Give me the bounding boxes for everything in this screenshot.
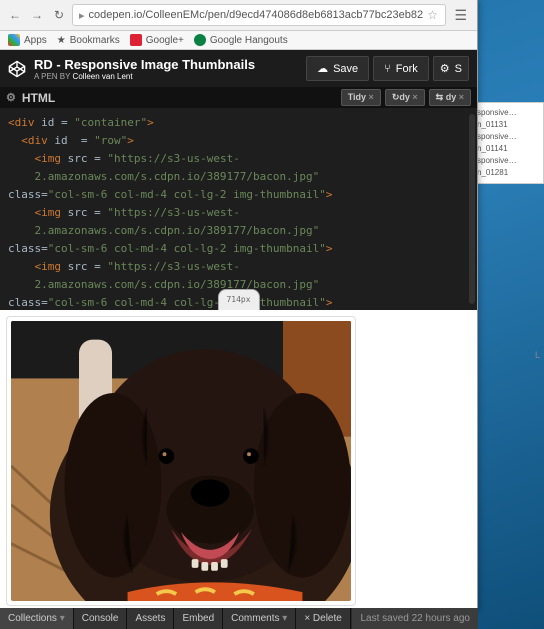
preview-pane <box>0 310 477 612</box>
dog-image <box>11 321 351 601</box>
dy-button-1[interactable]: ↻dy × <box>385 89 425 106</box>
google-plus-shortcut[interactable]: Google+ <box>130 34 184 46</box>
star-icon: ★ <box>57 35 66 46</box>
collections-button[interactable]: Collections <box>0 608 74 629</box>
browser-window: ← → ↻ ▸ codepen.io/ColleenEMc/pen/d9ecd4… <box>0 0 478 612</box>
bookmark-star-icon[interactable]: ☆ <box>427 8 438 22</box>
delete-button[interactable]: × Delete <box>296 608 351 629</box>
pen-byline: A PEN BY Colleen van Lent <box>34 72 255 81</box>
reload-icon[interactable]: ↻ <box>50 6 68 24</box>
codepen-footer: Collections Console Assets Embed Comment… <box>0 608 478 629</box>
editor-scrollbar[interactable] <box>469 114 475 304</box>
finder-row: sponsive…n_01131 <box>477 107 541 131</box>
image-thumbnail <box>6 316 356 606</box>
cloud-icon: ☁ <box>317 62 328 75</box>
chrome-menu-icon[interactable]: ☰ <box>450 7 471 24</box>
assets-button[interactable]: Assets <box>127 608 174 629</box>
bookmarks-bar: Apps ★Bookmarks Google+ Google Hangouts <box>0 31 477 50</box>
fork-button[interactable]: ⑂Fork <box>373 56 429 81</box>
address-bar[interactable]: ▸ codepen.io/ColleenEMc/pen/d9ecd474086d… <box>72 4 446 26</box>
html-editor[interactable]: <div id = "container"> <div id = "row"> … <box>0 108 477 310</box>
dy-button-2[interactable]: ⇆ dy × <box>429 89 471 106</box>
finder-row: sponsive…n_01281 <box>477 155 541 179</box>
editor-panel-header: ⚙ HTML Tidy × ↻dy × ⇆ dy × <box>0 87 477 108</box>
comments-button[interactable]: Comments <box>223 608 296 629</box>
bookmarks-shortcut[interactable]: ★Bookmarks <box>57 35 120 46</box>
last-saved-label: Last saved 22 hours ago <box>352 608 478 629</box>
codepen-logo-icon[interactable] <box>8 60 26 78</box>
gear-icon: ⚙ <box>440 62 450 75</box>
save-button[interactable]: ☁Save <box>306 56 369 81</box>
right-caret: L <box>535 350 540 360</box>
hangouts-shortcut[interactable]: Google Hangouts <box>194 34 288 46</box>
browser-toolbar: ← → ↻ ▸ codepen.io/ColleenEMc/pen/d9ecd4… <box>0 0 477 31</box>
background-finder-window: sponsive…n_01131 sponsive…n_01141 sponsi… <box>474 102 544 184</box>
console-button[interactable]: Console <box>74 608 128 629</box>
fork-icon: ⑂ <box>384 63 391 75</box>
resize-indicator[interactable]: 714px <box>217 289 259 310</box>
settings-button[interactable]: ⚙S <box>433 56 469 81</box>
embed-button[interactable]: Embed <box>174 608 223 629</box>
tidy-button[interactable]: Tidy × <box>341 89 381 106</box>
editor-label: HTML <box>22 91 55 105</box>
pen-title: RD - Responsive Image Thumbnails <box>34 57 255 72</box>
apps-shortcut[interactable]: Apps <box>8 34 47 46</box>
url-text: codepen.io/ColleenEMc/pen/d9ecd474086d8e… <box>89 9 424 21</box>
gear-icon[interactable]: ⚙ <box>6 91 16 104</box>
forward-icon[interactable]: → <box>28 6 46 24</box>
codepen-header: RD - Responsive Image Thumbnails A PEN B… <box>0 50 477 87</box>
finder-row: sponsive…n_01141 <box>477 131 541 155</box>
back-icon[interactable]: ← <box>6 6 24 24</box>
